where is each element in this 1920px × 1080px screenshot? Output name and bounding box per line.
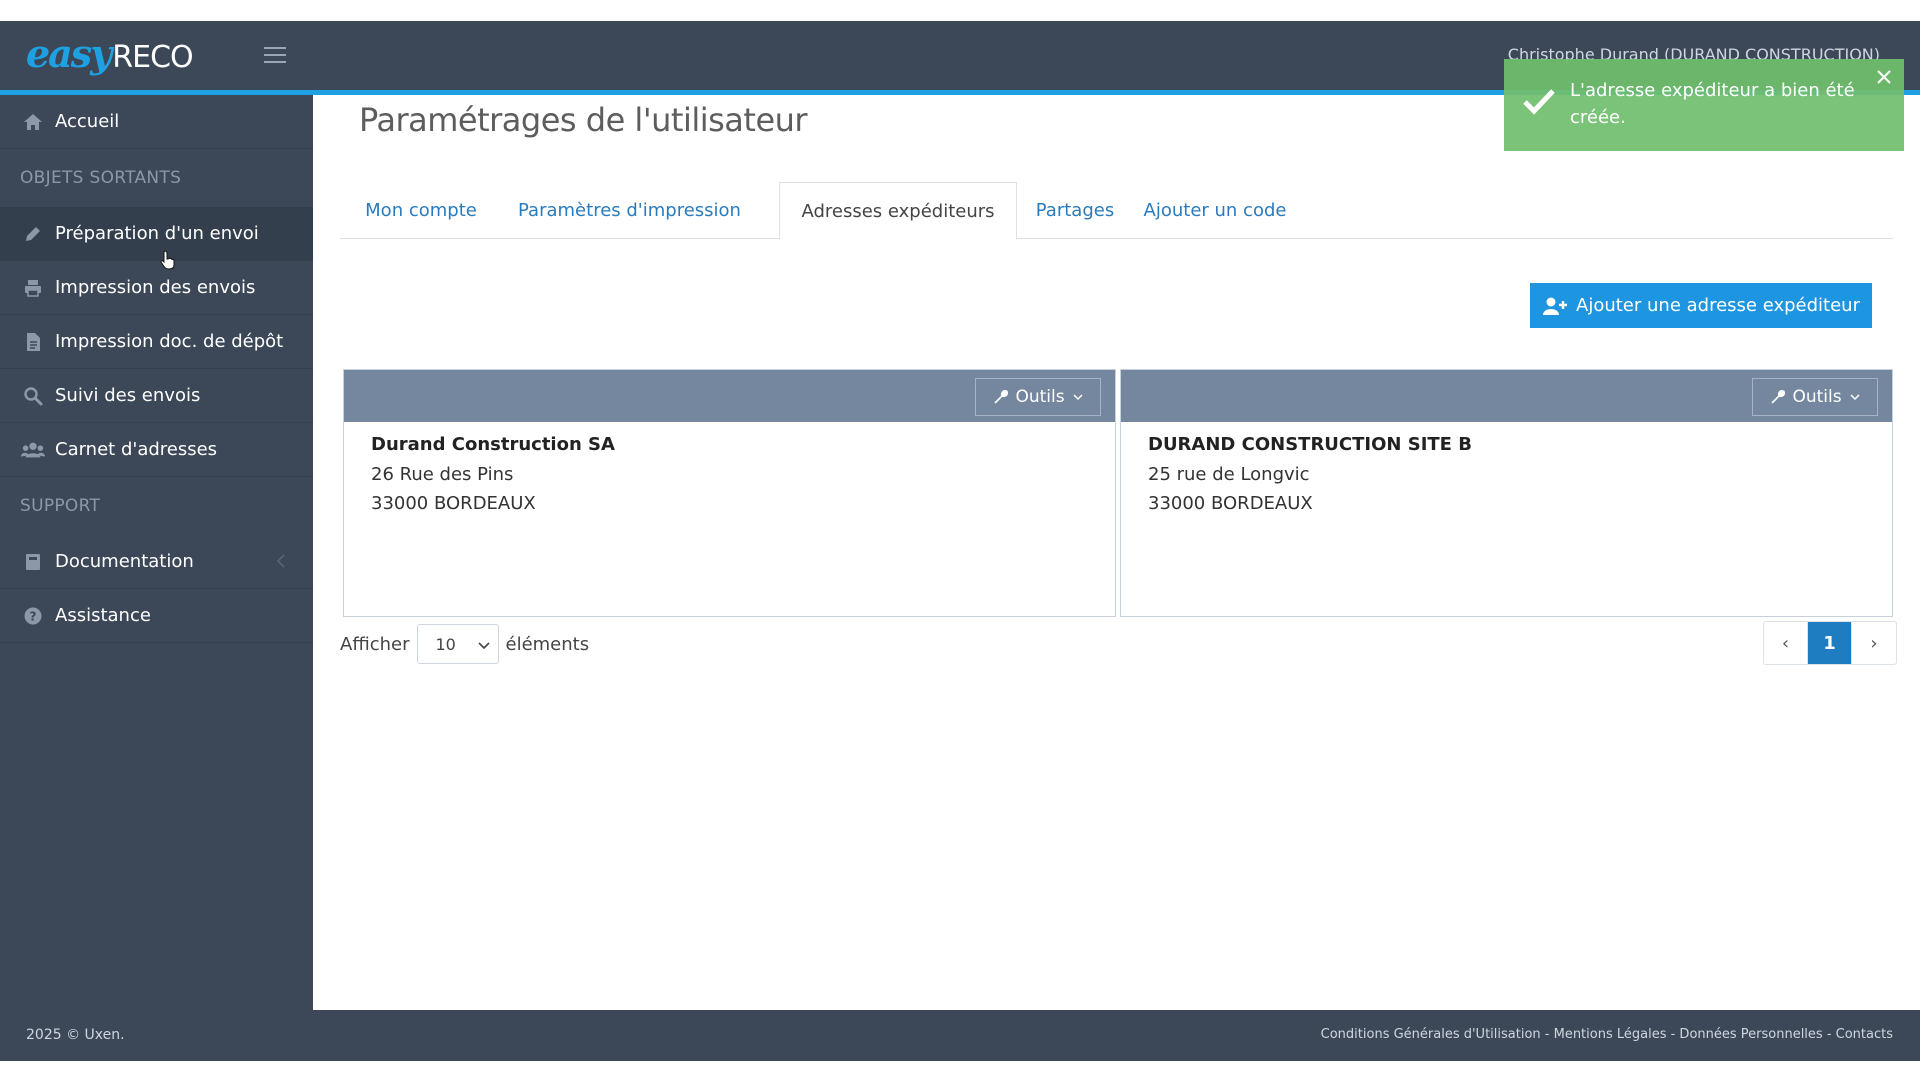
sender-name: Durand Construction SA xyxy=(371,434,615,455)
tools-label: Outils xyxy=(1015,387,1065,407)
printer-icon xyxy=(21,276,45,300)
sender-city: 33000 BORDEAUX xyxy=(1148,493,1313,514)
tab-ajouter-code[interactable]: Ajouter un code xyxy=(1132,182,1298,239)
page-size-control: Afficher 10 éléments xyxy=(340,623,589,665)
sender-address-card: Outils DURAND CONSTRUCTION SITE B 25 rue… xyxy=(1120,369,1893,617)
settings-tabs: Mon compte Paramètres d'impression Adres… xyxy=(340,182,1893,240)
sidebar-item-label: Impression doc. de dépôt xyxy=(55,331,284,352)
page-size-value: 10 xyxy=(435,634,456,654)
card-header: Outils xyxy=(1121,370,1892,422)
sidebar-item-preparation[interactable]: Préparation d'un envoi xyxy=(0,207,313,261)
sidebar-item-label: Documentation xyxy=(55,551,194,572)
wrench-icon xyxy=(1770,389,1786,405)
sidebar-item-label: Suivi des envois xyxy=(55,385,201,406)
section-objets-sortants: OBJETS SORTANTS xyxy=(20,168,182,188)
users-icon xyxy=(21,438,45,462)
elements-label: éléments xyxy=(505,633,590,655)
tools-label: Outils xyxy=(1792,387,1842,407)
add-sender-address-button[interactable]: Ajouter une adresse expéditeur xyxy=(1530,283,1872,328)
logo-reco-text: RECO xyxy=(112,40,193,75)
menu-toggle-icon[interactable] xyxy=(264,47,288,65)
tab-parametres-impression[interactable]: Paramètres d'impression xyxy=(502,182,757,239)
sidebar-item-impression-envois[interactable]: Impression des envois xyxy=(0,261,313,315)
sidebar-item-carnet[interactable]: Carnet d'adresses xyxy=(0,423,313,477)
svg-text:?: ? xyxy=(30,609,37,623)
sidebar-item-accueil[interactable]: Accueil xyxy=(0,95,313,149)
main-content: Paramétrages de l'utilisateur Mon compte… xyxy=(313,95,1920,1010)
add-sender-address-label: Ajouter une adresse expéditeur xyxy=(1576,295,1860,316)
hand-cursor-icon xyxy=(160,250,176,274)
card-header: Outils xyxy=(344,370,1115,422)
user-plus-icon xyxy=(1542,296,1568,316)
book-icon xyxy=(21,550,45,574)
chevron-down-icon xyxy=(1850,393,1860,401)
page-1-button[interactable]: 1 xyxy=(1808,622,1852,664)
sidebar-item-label: Assistance xyxy=(55,605,151,626)
logo-easy-text: easy xyxy=(26,31,112,76)
wrench-icon xyxy=(993,389,1009,405)
sidebar-item-label: Carnet d'adresses xyxy=(55,439,218,460)
tab-partages[interactable]: Partages xyxy=(1018,182,1132,239)
easyreco-logo[interactable]: easy RECO xyxy=(26,31,194,77)
document-icon xyxy=(21,330,45,354)
prev-page-button[interactable]: ‹ xyxy=(1764,622,1808,664)
card-body: Durand Construction SA 26 Rue des Pins 3… xyxy=(344,422,1115,526)
sidebar-item-documentation[interactable]: Documentation xyxy=(0,535,313,589)
close-icon[interactable] xyxy=(1876,69,1892,89)
page-title: Paramétrages de l'utilisateur xyxy=(359,101,808,139)
card-body: DURAND CONSTRUCTION SITE B 25 rue de Lon… xyxy=(1121,422,1892,526)
next-page-button[interactable]: › xyxy=(1852,622,1896,664)
search-icon xyxy=(21,384,45,408)
tab-adresses-expediteurs[interactable]: Adresses expéditeurs xyxy=(779,182,1017,240)
sender-street: 25 rue de Longvic xyxy=(1148,464,1310,485)
section-support: SUPPORT xyxy=(20,496,101,516)
footer: 2025 © Uxen. Conditions Générales d'Util… xyxy=(0,1010,1920,1061)
sidebar-item-label: Accueil xyxy=(55,111,120,132)
sender-name: DURAND CONSTRUCTION SITE B xyxy=(1148,434,1472,455)
sidebar-item-suivi[interactable]: Suivi des envois xyxy=(0,369,313,423)
chevron-down-icon xyxy=(477,635,490,654)
home-icon xyxy=(21,110,45,134)
show-label: Afficher xyxy=(340,633,410,655)
chevron-down-icon xyxy=(1073,393,1083,401)
sidebar: Accueil OBJETS SORTANTS Préparation d'un… xyxy=(0,95,313,1010)
sidebar-item-impression-depot[interactable]: Impression doc. de dépôt xyxy=(0,315,313,369)
pencil-icon xyxy=(21,222,45,246)
check-icon xyxy=(1522,87,1556,119)
tools-dropdown-button[interactable]: Outils xyxy=(1752,378,1878,416)
tab-mon-compte[interactable]: Mon compte xyxy=(340,182,502,239)
footer-links[interactable]: Conditions Générales d'Utilisation - Men… xyxy=(1321,1027,1893,1042)
page-size-select[interactable]: 10 xyxy=(416,624,499,664)
footer-copyright: 2025 © Uxen. xyxy=(26,1027,125,1043)
help-icon: ? xyxy=(21,604,45,628)
tools-dropdown-button[interactable]: Outils xyxy=(975,378,1101,416)
toast-message: L'adresse expéditeur a bien été créée. xyxy=(1570,80,1855,128)
sidebar-item-label: Impression des envois xyxy=(55,277,256,298)
chevron-left-icon xyxy=(276,553,285,572)
sender-address-card: Outils Durand Construction SA 26 Rue des… xyxy=(343,369,1116,617)
sender-street: 26 Rue des Pins xyxy=(371,464,514,485)
sidebar-item-assistance[interactable]: ? Assistance xyxy=(0,589,313,643)
sender-city: 33000 BORDEAUX xyxy=(371,493,536,514)
sidebar-item-label: Préparation d'un envoi xyxy=(55,223,259,244)
app-frame: easy RECO Christophe Durand (DURAND CONS… xyxy=(0,21,1920,1061)
success-toast: L'adresse expéditeur a bien été créée. xyxy=(1504,59,1904,151)
pagination: ‹ 1 › xyxy=(1763,621,1897,665)
